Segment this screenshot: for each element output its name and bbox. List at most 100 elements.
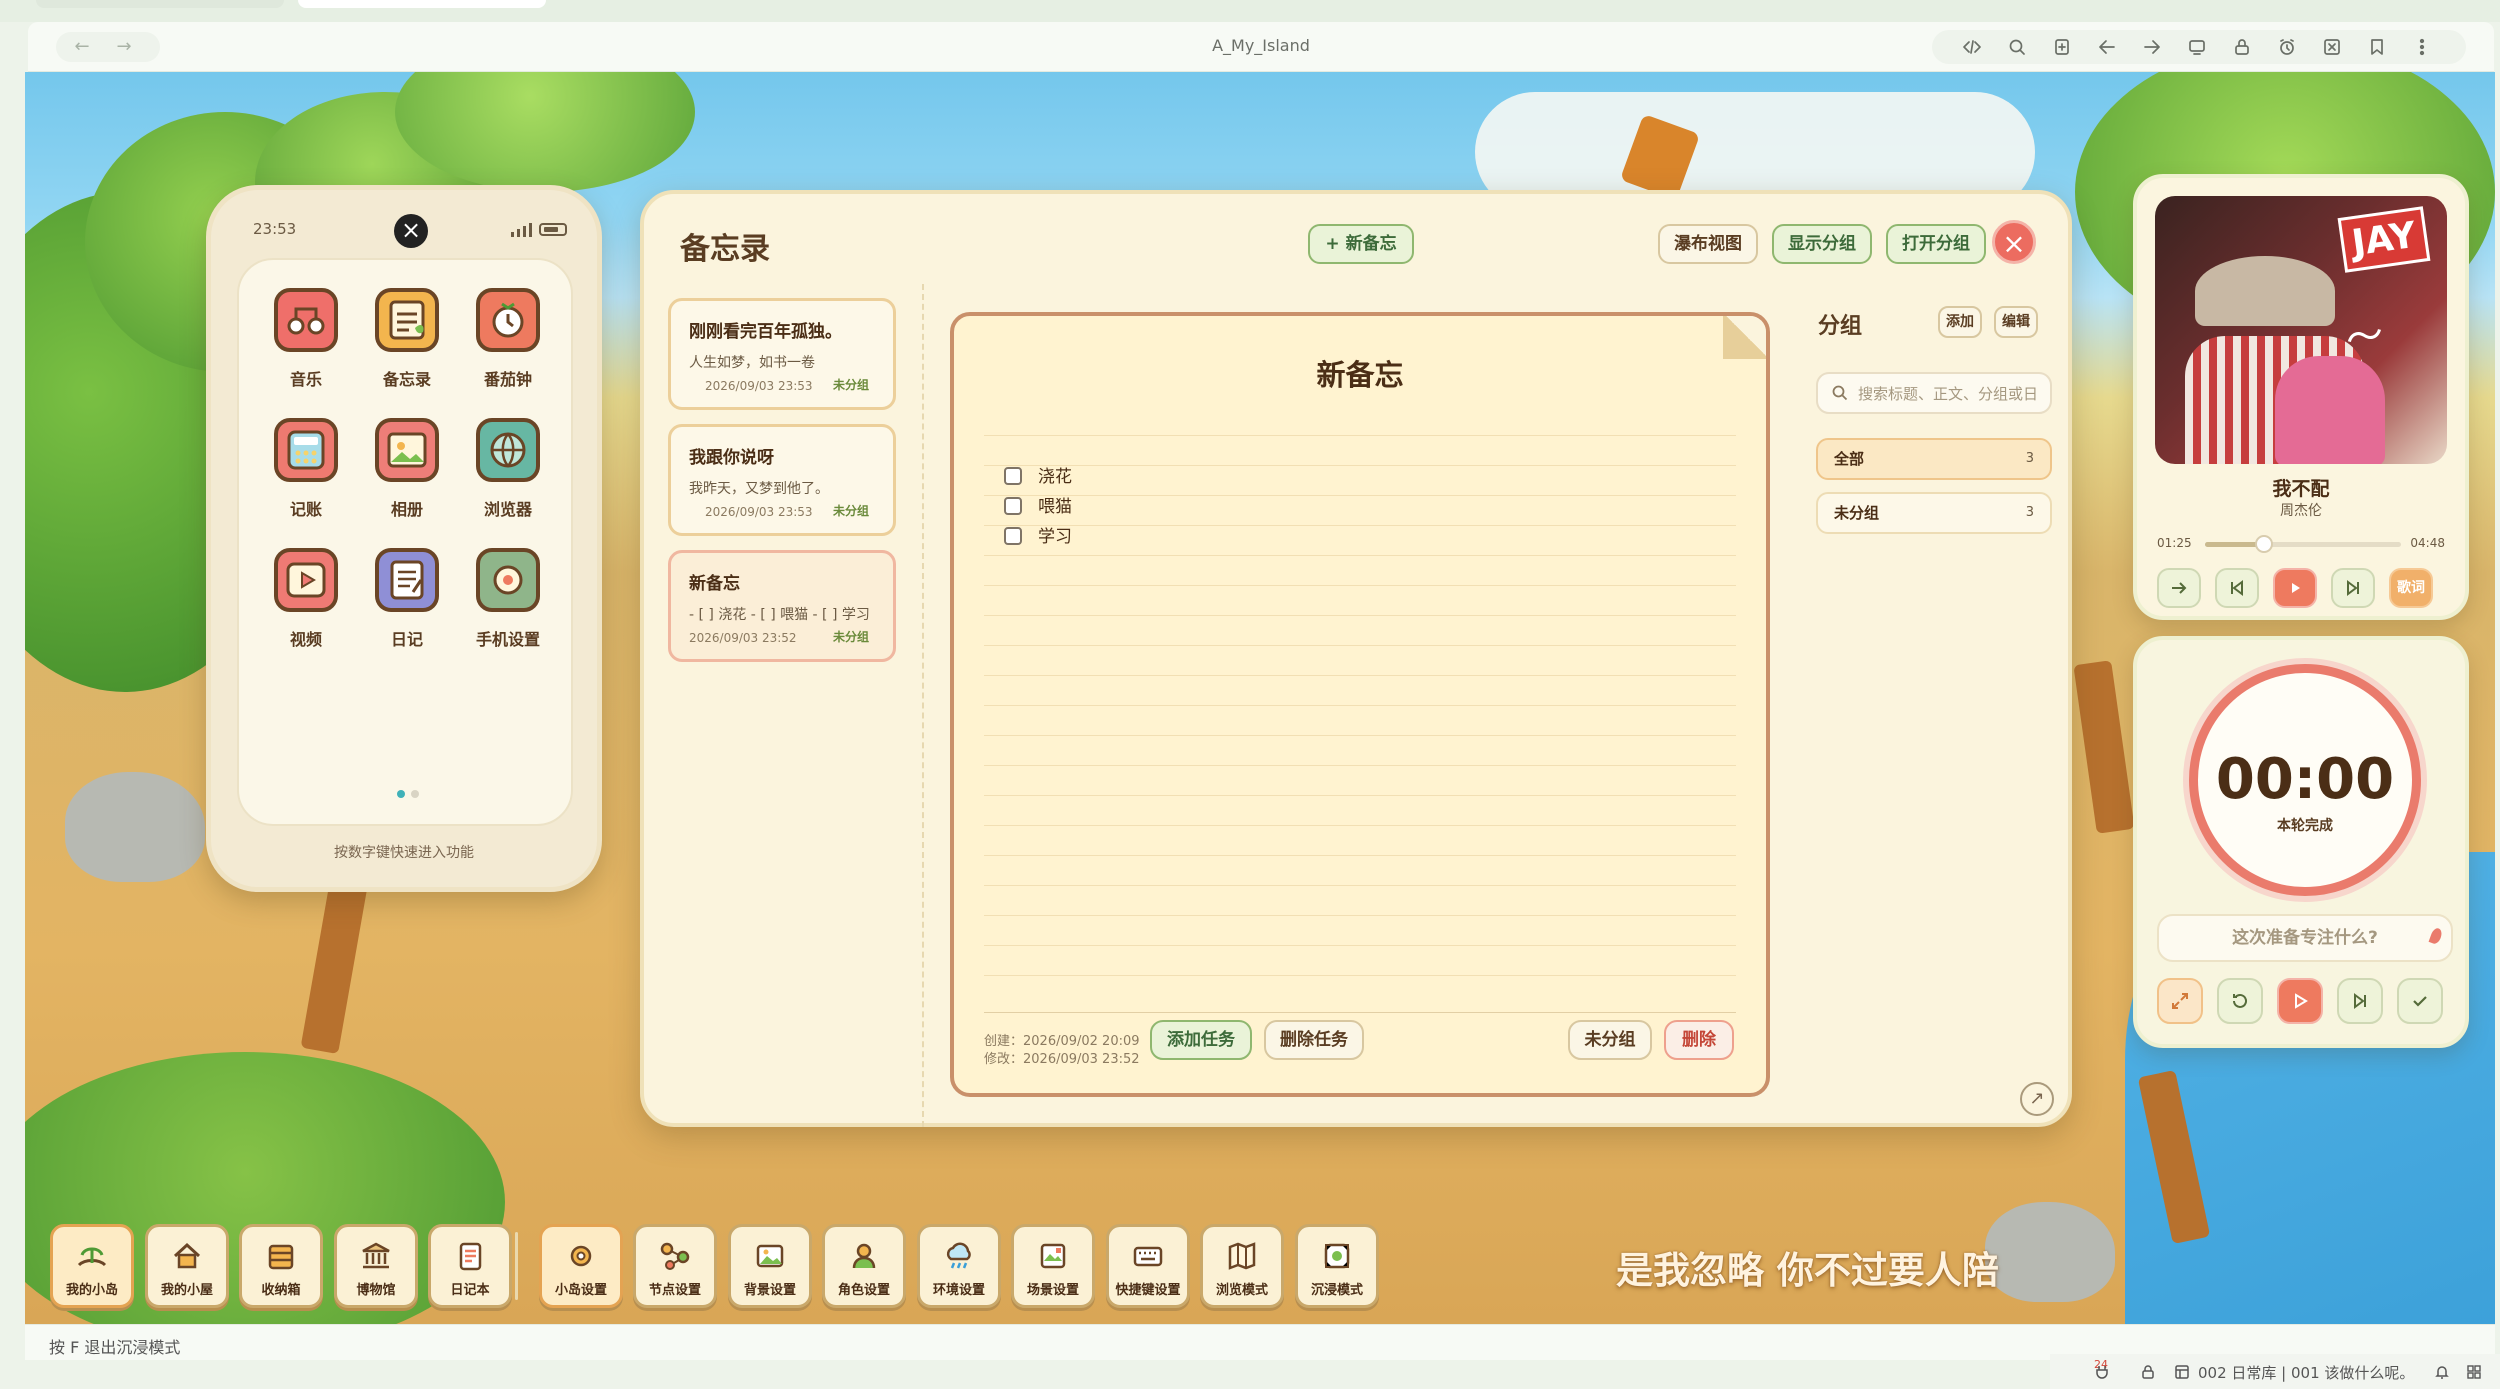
node-icon [658,1239,692,1273]
reset-button[interactable] [2217,978,2263,1024]
show-groups-button[interactable]: 显示分组 [1772,224,1872,264]
editor-lined-paper [984,406,1736,998]
editor-title[interactable]: 新备忘 [954,352,1766,394]
memo-editor[interactable]: 新备忘 浇花 喂猫 学习 创建：2026/09/02 20:09 修改：2026… [950,312,1770,1097]
app-label: 记账 [289,500,322,519]
table-icon[interactable] [2174,1364,2190,1380]
share-forward-icon[interactable] [2142,37,2162,57]
new-memo-button[interactable]: + 新备忘 [1308,224,1414,264]
screen-cast-icon[interactable] [2187,37,2207,57]
grid-icon[interactable] [2466,1364,2482,1380]
close-icon[interactable]: × [1992,220,2036,264]
checkbox[interactable] [1004,467,1022,485]
waterfall-view-button[interactable]: 瀑布视图 [1658,224,1758,264]
pomodoro-timer-widget: 00:00 本轮完成 这次准备专注什么? [2133,636,2469,1048]
start-button[interactable] [2277,978,2323,1024]
dock-button-island[interactable]: 我的小岛 [50,1224,134,1308]
dock-button-immersive[interactable]: 沉浸模式 [1295,1224,1379,1308]
bookmark-icon[interactable] [2367,37,2387,57]
lock-icon[interactable] [2140,1364,2156,1380]
status-feed[interactable]: 002 日常库 | 001 该做什么呢。 [2198,1362,2414,1383]
more-icon[interactable] [2412,37,2432,57]
share-back-icon[interactable] [2097,37,2117,57]
resize-icon[interactable]: ↗ [2020,1082,2054,1116]
todo-item[interactable]: 喂猫 [1004,492,1072,517]
memo-item-date: 2026/09/03 23:52 [689,631,797,645]
todo-item[interactable]: 学习 [1004,522,1072,547]
group-select-button[interactable]: 未分组 [1568,1020,1652,1060]
checkbox[interactable] [1004,497,1022,515]
todo-item[interactable]: 浇花 [1004,462,1072,487]
page-dot[interactable] [411,790,419,798]
play-mode-button[interactable] [2157,568,2201,608]
lyrics-button[interactable]: 歌词 [2389,568,2433,608]
app-phone-settings[interactable]: 手机设置 [463,548,553,650]
previous-button[interactable] [2215,568,2259,608]
app-music[interactable]: 音乐 [261,288,351,390]
group-item-ungrouped[interactable]: 未分组 3 [1816,492,2052,534]
bookmark-add-icon[interactable] [2052,37,2072,57]
memo-item-group: 未分组 [832,630,869,644]
memo-item-title: 刚刚看完百年孤独。 [689,322,842,342]
dock-button-notebook[interactable]: 日记本 [428,1224,512,1308]
dock-button-museum[interactable]: 博物馆 [334,1224,418,1308]
next-button[interactable] [2331,568,2375,608]
complete-button[interactable] [2397,978,2443,1024]
memo-item-selected[interactable]: 新备忘 - [ ] 浇花 - [ ] 喂猫 - [ ] 学习 2026/09/0… [668,550,896,662]
bell-icon[interactable] [2434,1364,2450,1380]
dock-button-gear[interactable]: 小岛设置 [539,1224,623,1308]
focus-task-input[interactable]: 这次准备专注什么? [2157,914,2453,962]
app-album[interactable]: 相册 [362,418,452,520]
alarm-icon[interactable] [2277,37,2297,57]
app-accounting[interactable]: 记账 [261,418,351,520]
progress-bar[interactable] [2205,535,2401,553]
group-item-all[interactable]: 全部 3 [1816,438,2052,480]
app-memo[interactable]: 备忘录 [362,288,452,390]
leaf-icon [2428,926,2444,946]
search-icon[interactable] [2007,37,2027,57]
plug-icon[interactable] [2094,1364,2110,1380]
photo-icon [375,418,439,482]
dock-button-node[interactable]: 节点设置 [633,1224,717,1308]
close-icon[interactable]: × [394,214,428,248]
group-search-input[interactable]: 搜索标题、正文、分组或日 [1816,372,2052,414]
browser-tab-active[interactable] [298,0,546,8]
add-task-button[interactable]: 添加任务 [1150,1020,1252,1060]
dock-label: 日记本 [450,1283,490,1298]
code-icon[interactable] [1962,37,1982,57]
page-dot-active[interactable] [397,790,405,798]
dock-button-scene[interactable]: 场景设置 [1011,1224,1095,1308]
app-browser[interactable]: 浏览器 [463,418,553,520]
app-video[interactable]: 视频 [261,548,351,650]
lyric-line: 是我忽略 你不过要人陪 [1616,1249,1999,1292]
delete-task-button[interactable]: 删除任务 [1264,1020,1364,1060]
browser-tab[interactable] [36,0,284,8]
dock-button-weather[interactable]: 环境设置 [917,1224,1001,1308]
museum-icon [359,1239,393,1273]
dock-button-image[interactable]: 背景设置 [728,1224,812,1308]
play-button[interactable] [2273,568,2317,608]
delete-memo-button[interactable]: 删除 [1664,1020,1734,1060]
app-tomato-clock[interactable]: 番茄钟 [463,288,553,390]
lock-icon[interactable] [2232,37,2252,57]
open-groups-button[interactable]: 打开分组 [1886,224,1986,264]
memo-item[interactable]: 刚刚看完百年孤独。 人生如梦，如书一卷 2026/09/03 23:53 未分组 [668,298,896,410]
app-label: 番茄钟 [483,370,532,389]
checkbox[interactable] [1004,527,1022,545]
dock-button-map[interactable]: 浏览模式 [1200,1224,1284,1308]
scene-icon [1036,1239,1070,1273]
memo-item[interactable]: 我跟你说呀 我昨天，又梦到他了。 2026/09/03 23:53 未分组 [668,424,896,536]
add-group-button[interactable]: 添加 [1938,306,1982,338]
dock-button-house[interactable]: 我的小屋 [145,1224,229,1308]
skip-button[interactable] [2337,978,2383,1024]
dock-button-storage-box[interactable]: 收纳箱 [239,1224,323,1308]
expand-button[interactable] [2157,978,2203,1024]
group-count: 3 [2025,505,2034,520]
progress-knob[interactable] [2254,535,2273,553]
app-diary[interactable]: 日记 [362,548,452,650]
edit-group-button[interactable]: 编辑 [1994,306,2038,338]
close-box-icon[interactable] [2322,37,2342,57]
todo-label: 浇花 [1038,467,1072,487]
dock-button-character[interactable]: 角色设置 [822,1224,906,1308]
dock-button-keyboard[interactable]: 快捷键设置 [1106,1224,1190,1308]
